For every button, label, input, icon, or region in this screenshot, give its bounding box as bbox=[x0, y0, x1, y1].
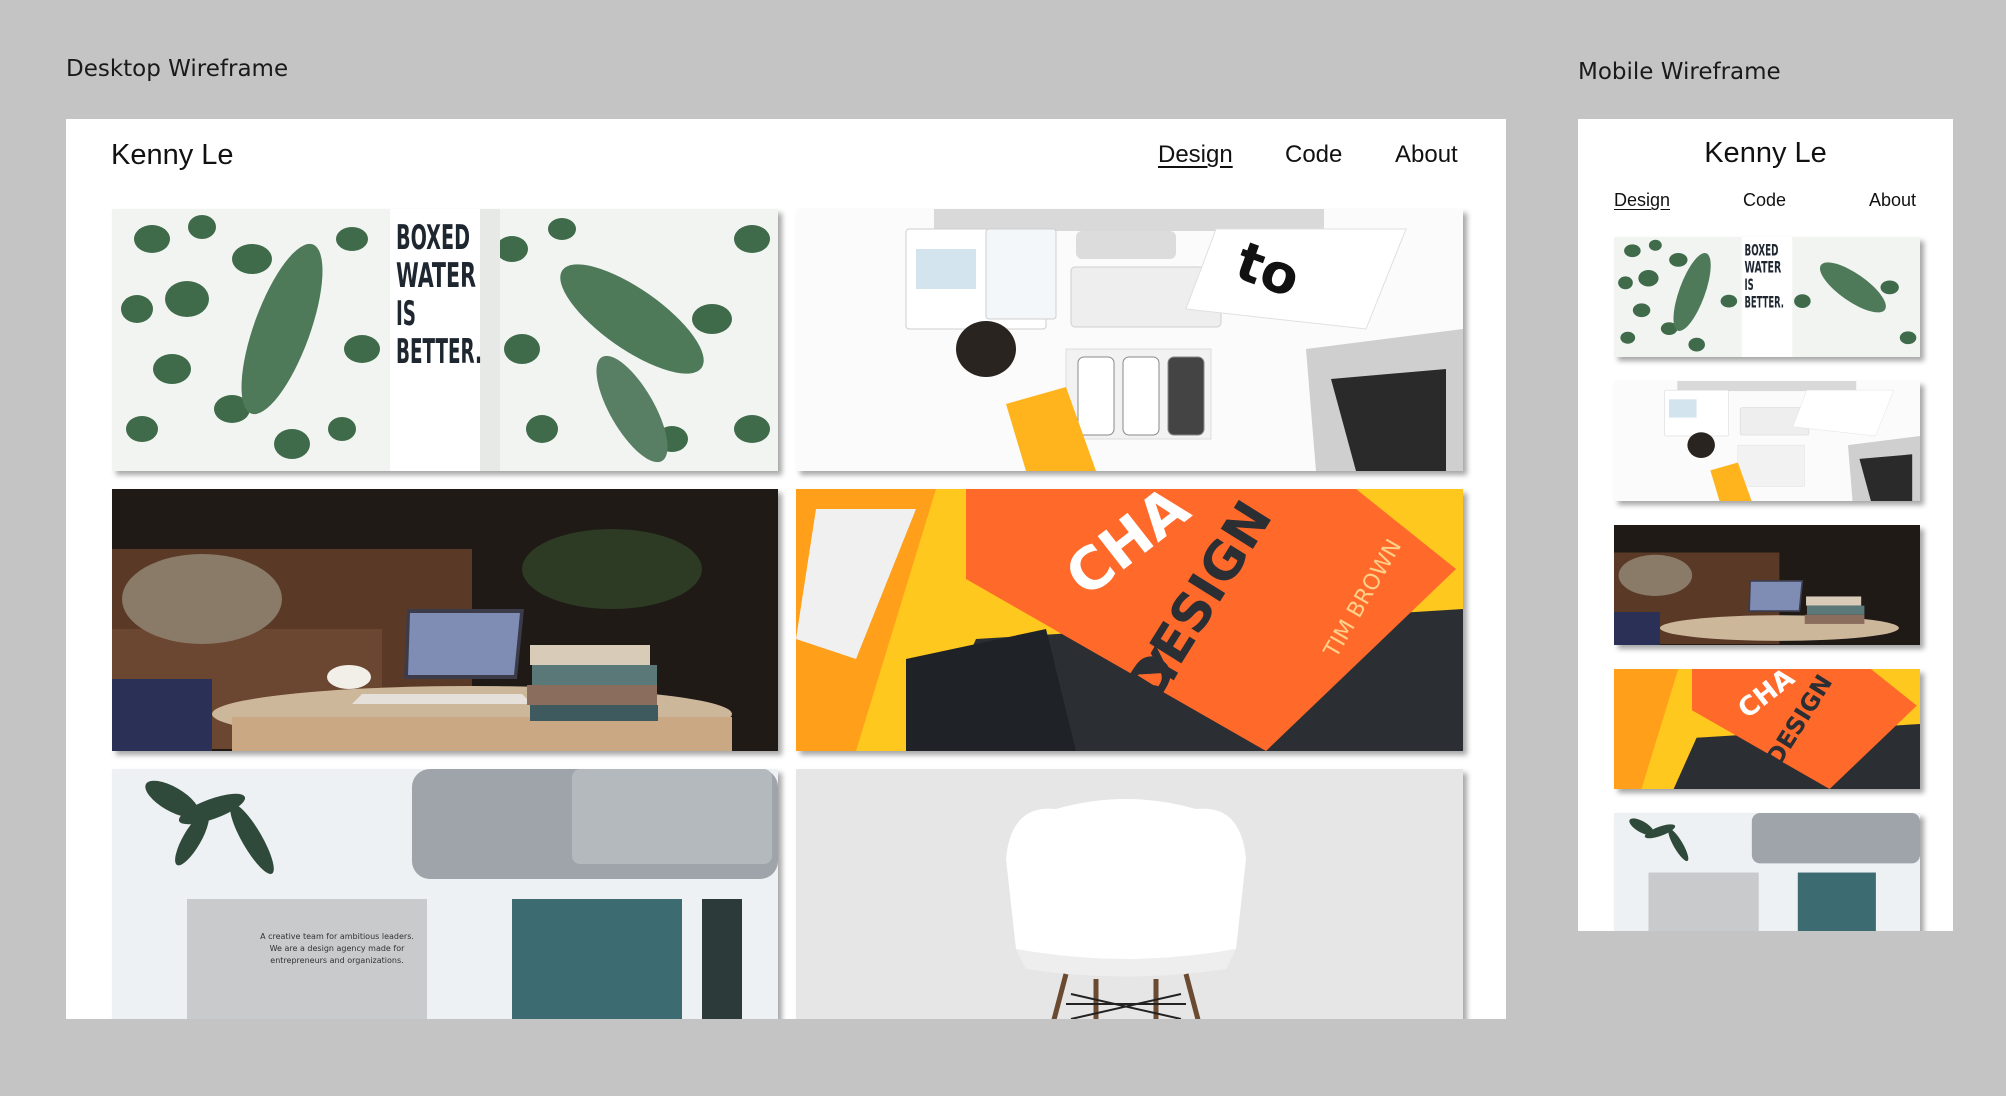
mobile-tile-laptop-coffee-table[interactable] bbox=[1614, 525, 1920, 645]
laptop-coffee-table-photo bbox=[1614, 525, 1920, 645]
portfolio-tile-white-chair[interactable] bbox=[796, 769, 1463, 1019]
desk-imac-keyboard-photo bbox=[1614, 381, 1920, 501]
boxed-water-leaves-photo: BOXED WATER IS BETTER. bbox=[112, 209, 778, 471]
svg-text:BOXED: BOXED bbox=[396, 218, 470, 258]
portfolio-tile-change-by-design[interactable]: CHA DESIGN BY TIM BROWN bbox=[796, 489, 1463, 751]
svg-text:A creative team for ambitious: A creative team for ambitious leaders. bbox=[260, 932, 414, 941]
nav-code-link[interactable]: Code bbox=[1285, 141, 1342, 169]
portfolio-tile-laptop-coffee-table[interactable] bbox=[112, 489, 778, 751]
svg-text:WATER: WATER bbox=[396, 256, 476, 296]
mobile-site-name[interactable]: Kenny Le bbox=[1578, 137, 1953, 170]
svg-text:BETTER.: BETTER. bbox=[396, 332, 482, 372]
desktop-wireframe-title: Desktop Wireframe bbox=[66, 56, 289, 82]
mobile-wireframe-title: Mobile Wireframe bbox=[1578, 59, 1781, 85]
mobile-nav-code-link[interactable]: Code bbox=[1743, 190, 1786, 211]
portfolio-tile-boxed-water[interactable]: BOXED WATER IS BETTER. bbox=[112, 209, 778, 471]
svg-text:IS: IS bbox=[396, 294, 416, 334]
svg-text:We are a design agency made fo: We are a design agency made for bbox=[270, 944, 406, 953]
mobile-tile-creative-team[interactable] bbox=[1614, 813, 1920, 931]
nav-about-link[interactable]: About bbox=[1395, 141, 1458, 169]
svg-text:BOXED: BOXED bbox=[1744, 241, 1778, 259]
svg-text:entrepreneurs and organization: entrepreneurs and organizations. bbox=[270, 956, 403, 965]
change-by-design-book-photo: CHA DESIGN BY TIM BROWN bbox=[796, 489, 1463, 751]
site-name[interactable]: Kenny Le bbox=[111, 139, 234, 172]
svg-text:BETTER.: BETTER. bbox=[1744, 294, 1784, 312]
svg-text:IS: IS bbox=[1744, 276, 1753, 294]
desk-imac-keyboard-photo: to bbox=[796, 209, 1463, 471]
mobile-tile-desk-workspace[interactable] bbox=[1614, 381, 1920, 501]
nav-design-link[interactable]: Design bbox=[1158, 141, 1233, 169]
svg-text:WATER: WATER bbox=[1744, 259, 1781, 277]
laptop-plant-cards-photo bbox=[1614, 813, 1920, 931]
white-chair-photo bbox=[796, 769, 1463, 1019]
mobile-nav-about-link[interactable]: About bbox=[1869, 190, 1916, 211]
mobile-page: Kenny Le Design Code About BOXED WATER I… bbox=[1578, 119, 1953, 931]
laptop-coffee-table-photo bbox=[112, 489, 778, 751]
laptop-plant-cards-photo: A creative team for ambitious leaders. W… bbox=[112, 769, 778, 1019]
desktop-page: Kenny Le Design Code About BOXED WATER I… bbox=[66, 119, 1506, 1019]
boxed-water-leaves-photo: BOXED WATER IS BETTER. bbox=[1614, 237, 1920, 357]
portfolio-tile-desk-workspace[interactable]: to bbox=[796, 209, 1463, 471]
mobile-nav-design-link[interactable]: Design bbox=[1614, 190, 1670, 211]
portfolio-tile-creative-team[interactable]: A creative team for ambitious leaders. W… bbox=[112, 769, 778, 1019]
mobile-tile-boxed-water[interactable]: BOXED WATER IS BETTER. bbox=[1614, 237, 1920, 357]
mobile-tile-change-by-design[interactable]: CHA DESIGN bbox=[1614, 669, 1920, 789]
change-by-design-book-photo: CHA DESIGN bbox=[1614, 669, 1920, 789]
